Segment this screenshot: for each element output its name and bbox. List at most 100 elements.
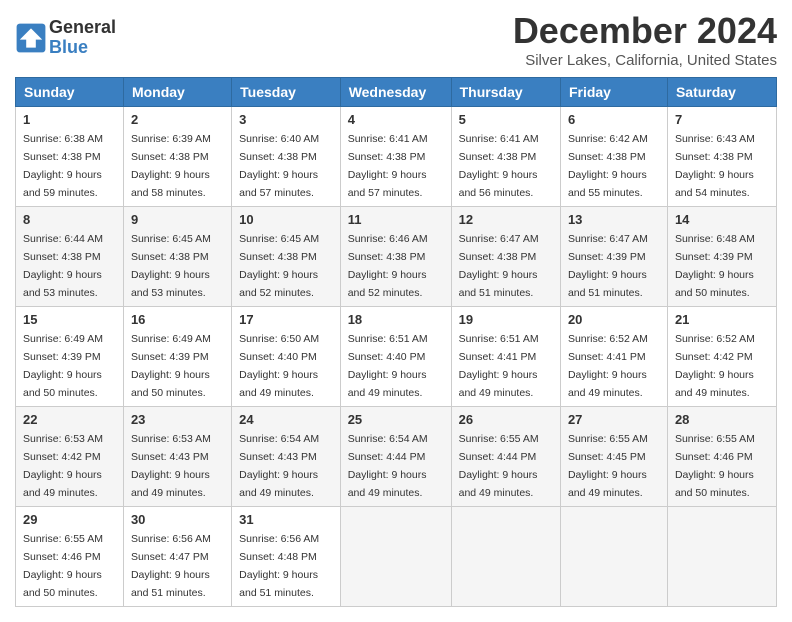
table-row: 21 Sunrise: 6:52 AMSunset: 4:42 PMDaylig…	[667, 307, 776, 407]
calendar-week-row: 8 Sunrise: 6:44 AMSunset: 4:38 PMDayligh…	[16, 207, 777, 307]
day-info: Sunrise: 6:48 AMSunset: 4:39 PMDaylight:…	[675, 233, 755, 299]
day-number: 1	[23, 112, 116, 127]
day-info: Sunrise: 6:46 AMSunset: 4:38 PMDaylight:…	[348, 233, 428, 299]
day-number: 2	[131, 112, 224, 127]
month-title: December 2024	[513, 10, 777, 52]
day-info: Sunrise: 6:49 AMSunset: 4:39 PMDaylight:…	[131, 333, 211, 399]
calendar-table: Sunday Monday Tuesday Wednesday Thursday…	[15, 77, 777, 607]
day-number: 25	[348, 412, 444, 427]
day-info: Sunrise: 6:47 AMSunset: 4:38 PMDaylight:…	[459, 233, 539, 299]
table-row	[451, 507, 560, 607]
table-row: 5 Sunrise: 6:41 AMSunset: 4:38 PMDayligh…	[451, 107, 560, 207]
day-info: Sunrise: 6:54 AMSunset: 4:44 PMDaylight:…	[348, 433, 428, 499]
day-info: Sunrise: 6:41 AMSunset: 4:38 PMDaylight:…	[348, 133, 428, 199]
day-number: 29	[23, 512, 116, 527]
day-number: 16	[131, 312, 224, 327]
day-info: Sunrise: 6:55 AMSunset: 4:45 PMDaylight:…	[568, 433, 648, 499]
table-row: 23 Sunrise: 6:53 AMSunset: 4:43 PMDaylig…	[123, 407, 231, 507]
day-info: Sunrise: 6:39 AMSunset: 4:38 PMDaylight:…	[131, 133, 211, 199]
day-info: Sunrise: 6:55 AMSunset: 4:44 PMDaylight:…	[459, 433, 539, 499]
table-row: 8 Sunrise: 6:44 AMSunset: 4:38 PMDayligh…	[16, 207, 124, 307]
day-info: Sunrise: 6:50 AMSunset: 4:40 PMDaylight:…	[239, 333, 319, 399]
table-row: 26 Sunrise: 6:55 AMSunset: 4:44 PMDaylig…	[451, 407, 560, 507]
calendar-week-row: 22 Sunrise: 6:53 AMSunset: 4:42 PMDaylig…	[16, 407, 777, 507]
title-section: December 2024 Silver Lakes, California, …	[513, 10, 777, 69]
day-number: 18	[348, 312, 444, 327]
day-number: 11	[348, 212, 444, 227]
day-number: 14	[675, 212, 769, 227]
col-monday: Monday	[123, 78, 231, 107]
day-number: 6	[568, 112, 660, 127]
day-number: 12	[459, 212, 553, 227]
page-header: General Blue December 2024 Silver Lakes,…	[15, 10, 777, 69]
day-info: Sunrise: 6:55 AMSunset: 4:46 PMDaylight:…	[23, 533, 103, 599]
logo: General Blue	[15, 18, 116, 58]
calendar-week-row: 29 Sunrise: 6:55 AMSunset: 4:46 PMDaylig…	[16, 507, 777, 607]
day-number: 26	[459, 412, 553, 427]
calendar-week-row: 1 Sunrise: 6:38 AMSunset: 4:38 PMDayligh…	[16, 107, 777, 207]
table-row: 29 Sunrise: 6:55 AMSunset: 4:46 PMDaylig…	[16, 507, 124, 607]
day-info: Sunrise: 6:45 AMSunset: 4:38 PMDaylight:…	[239, 233, 319, 299]
table-row: 7 Sunrise: 6:43 AMSunset: 4:38 PMDayligh…	[667, 107, 776, 207]
day-number: 27	[568, 412, 660, 427]
table-row: 3 Sunrise: 6:40 AMSunset: 4:38 PMDayligh…	[232, 107, 341, 207]
day-info: Sunrise: 6:51 AMSunset: 4:40 PMDaylight:…	[348, 333, 428, 399]
table-row: 30 Sunrise: 6:56 AMSunset: 4:47 PMDaylig…	[123, 507, 231, 607]
day-info: Sunrise: 6:56 AMSunset: 4:47 PMDaylight:…	[131, 533, 211, 599]
day-info: Sunrise: 6:54 AMSunset: 4:43 PMDaylight:…	[239, 433, 319, 499]
day-number: 19	[459, 312, 553, 327]
table-row: 18 Sunrise: 6:51 AMSunset: 4:40 PMDaylig…	[340, 307, 451, 407]
col-tuesday: Tuesday	[232, 78, 341, 107]
table-row: 1 Sunrise: 6:38 AMSunset: 4:38 PMDayligh…	[16, 107, 124, 207]
col-wednesday: Wednesday	[340, 78, 451, 107]
day-info: Sunrise: 6:52 AMSunset: 4:41 PMDaylight:…	[568, 333, 648, 399]
col-thursday: Thursday	[451, 78, 560, 107]
day-info: Sunrise: 6:49 AMSunset: 4:39 PMDaylight:…	[23, 333, 103, 399]
day-number: 30	[131, 512, 224, 527]
day-info: Sunrise: 6:55 AMSunset: 4:46 PMDaylight:…	[675, 433, 755, 499]
table-row: 11 Sunrise: 6:46 AMSunset: 4:38 PMDaylig…	[340, 207, 451, 307]
table-row: 15 Sunrise: 6:49 AMSunset: 4:39 PMDaylig…	[16, 307, 124, 407]
table-row: 17 Sunrise: 6:50 AMSunset: 4:40 PMDaylig…	[232, 307, 341, 407]
table-row: 31 Sunrise: 6:56 AMSunset: 4:48 PMDaylig…	[232, 507, 341, 607]
table-row: 14 Sunrise: 6:48 AMSunset: 4:39 PMDaylig…	[667, 207, 776, 307]
table-row: 19 Sunrise: 6:51 AMSunset: 4:41 PMDaylig…	[451, 307, 560, 407]
table-row	[340, 507, 451, 607]
calendar-header-row: Sunday Monday Tuesday Wednesday Thursday…	[16, 78, 777, 107]
table-row: 12 Sunrise: 6:47 AMSunset: 4:38 PMDaylig…	[451, 207, 560, 307]
table-row: 2 Sunrise: 6:39 AMSunset: 4:38 PMDayligh…	[123, 107, 231, 207]
day-info: Sunrise: 6:51 AMSunset: 4:41 PMDaylight:…	[459, 333, 539, 399]
table-row: 10 Sunrise: 6:45 AMSunset: 4:38 PMDaylig…	[232, 207, 341, 307]
day-number: 9	[131, 212, 224, 227]
table-row: 20 Sunrise: 6:52 AMSunset: 4:41 PMDaylig…	[560, 307, 667, 407]
table-row: 4 Sunrise: 6:41 AMSunset: 4:38 PMDayligh…	[340, 107, 451, 207]
logo-general-text: General	[49, 18, 116, 38]
day-info: Sunrise: 6:53 AMSunset: 4:43 PMDaylight:…	[131, 433, 211, 499]
table-row: 28 Sunrise: 6:55 AMSunset: 4:46 PMDaylig…	[667, 407, 776, 507]
col-sunday: Sunday	[16, 78, 124, 107]
day-number: 5	[459, 112, 553, 127]
day-number: 23	[131, 412, 224, 427]
day-info: Sunrise: 6:52 AMSunset: 4:42 PMDaylight:…	[675, 333, 755, 399]
logo-icon	[15, 22, 47, 54]
table-row: 22 Sunrise: 6:53 AMSunset: 4:42 PMDaylig…	[16, 407, 124, 507]
day-number: 3	[239, 112, 333, 127]
table-row: 24 Sunrise: 6:54 AMSunset: 4:43 PMDaylig…	[232, 407, 341, 507]
table-row: 16 Sunrise: 6:49 AMSunset: 4:39 PMDaylig…	[123, 307, 231, 407]
table-row: 9 Sunrise: 6:45 AMSunset: 4:38 PMDayligh…	[123, 207, 231, 307]
calendar-week-row: 15 Sunrise: 6:49 AMSunset: 4:39 PMDaylig…	[16, 307, 777, 407]
day-number: 22	[23, 412, 116, 427]
day-number: 17	[239, 312, 333, 327]
day-number: 8	[23, 212, 116, 227]
logo-blue-text: Blue	[49, 38, 116, 58]
table-row	[560, 507, 667, 607]
day-info: Sunrise: 6:56 AMSunset: 4:48 PMDaylight:…	[239, 533, 319, 599]
day-info: Sunrise: 6:41 AMSunset: 4:38 PMDaylight:…	[459, 133, 539, 199]
day-number: 31	[239, 512, 333, 527]
day-number: 28	[675, 412, 769, 427]
table-row: 13 Sunrise: 6:47 AMSunset: 4:39 PMDaylig…	[560, 207, 667, 307]
day-number: 10	[239, 212, 333, 227]
day-info: Sunrise: 6:43 AMSunset: 4:38 PMDaylight:…	[675, 133, 755, 199]
col-friday: Friday	[560, 78, 667, 107]
day-number: 24	[239, 412, 333, 427]
